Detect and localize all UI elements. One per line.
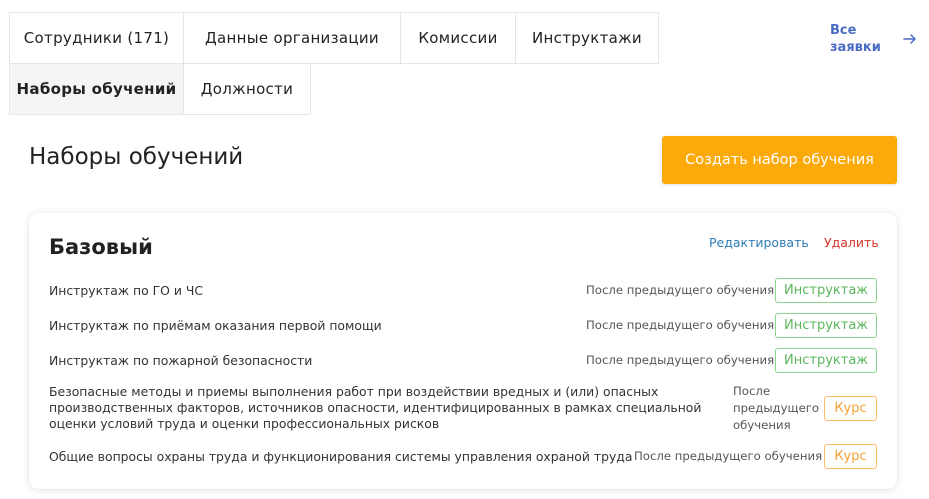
page-title: Наборы обучений xyxy=(29,144,244,170)
tab-training-sets[interactable]: Наборы обучений xyxy=(9,63,184,115)
tab-organization-data[interactable]: Данные организации xyxy=(183,12,401,64)
all-requests-line1: Все xyxy=(830,23,857,38)
item-name: Инструктаж по пожарной безопасности xyxy=(49,353,313,368)
create-training-set-button[interactable]: Создать набор обучения xyxy=(662,136,897,184)
list-item: Общие вопросы охраны труда и функциониро… xyxy=(49,444,877,469)
item-schedule: После предыдущего обучения xyxy=(586,283,775,297)
list-item: Инструктаж по пожарной безопасности Посл… xyxy=(49,348,877,373)
type-badge[interactable]: Инструктаж xyxy=(775,348,877,373)
item-name: Безопасные методы и приемы выполнения ра… xyxy=(49,384,701,432)
type-badge[interactable]: Курс xyxy=(824,396,877,421)
item-schedule: После предыдущего обучения xyxy=(733,383,819,434)
all-requests-line2: заявки xyxy=(830,40,881,55)
type-badge[interactable]: Курс xyxy=(824,444,877,469)
tab-positions[interactable]: Должности xyxy=(183,63,311,115)
item-name: Инструктаж по ГО и ЧС xyxy=(49,283,203,298)
tab-employees[interactable]: Сотрудники (171) xyxy=(9,12,184,64)
edit-link[interactable]: Редактировать xyxy=(709,235,809,250)
item-schedule: После предыдущего обучения xyxy=(634,449,823,463)
item-name: Инструктаж по приёмам оказания первой по… xyxy=(49,318,382,333)
delete-link[interactable]: Удалить xyxy=(824,235,879,250)
item-schedule: После предыдущего обучения xyxy=(586,353,775,367)
item-name-line: оценки условий труда и оценки профессион… xyxy=(49,416,440,431)
arrow-right-icon[interactable] xyxy=(902,31,918,47)
type-badge[interactable]: Инструктаж xyxy=(775,313,877,338)
item-schedule-line: обучения xyxy=(733,418,791,432)
item-name: Общие вопросы охраны труда и функциониро… xyxy=(49,449,633,464)
item-schedule: После предыдущего обучения xyxy=(586,318,775,332)
tab-commissions[interactable]: Комиссии xyxy=(400,12,516,64)
list-item: Инструктаж по ГО и ЧС После предыдущего … xyxy=(49,278,877,303)
list-item: Безопасные методы и приемы выполнения ра… xyxy=(49,384,877,436)
training-set-card: Базовый Редактировать Удалить Инструктаж… xyxy=(29,213,897,489)
item-schedule-line: предыдущего xyxy=(733,401,820,415)
all-requests-link[interactable]: Все заявки xyxy=(830,22,881,56)
item-name-line: производственных факторов, источников оп… xyxy=(49,400,702,415)
item-schedule-line: После xyxy=(733,384,771,398)
item-name-line: Безопасные методы и приемы выполнения ра… xyxy=(49,384,659,399)
card-title: Базовый xyxy=(49,235,153,259)
list-item: Инструктаж по приёмам оказания первой по… xyxy=(49,313,877,338)
type-badge[interactable]: Инструктаж xyxy=(775,278,877,303)
tab-briefings[interactable]: Инструктажи xyxy=(515,12,659,64)
